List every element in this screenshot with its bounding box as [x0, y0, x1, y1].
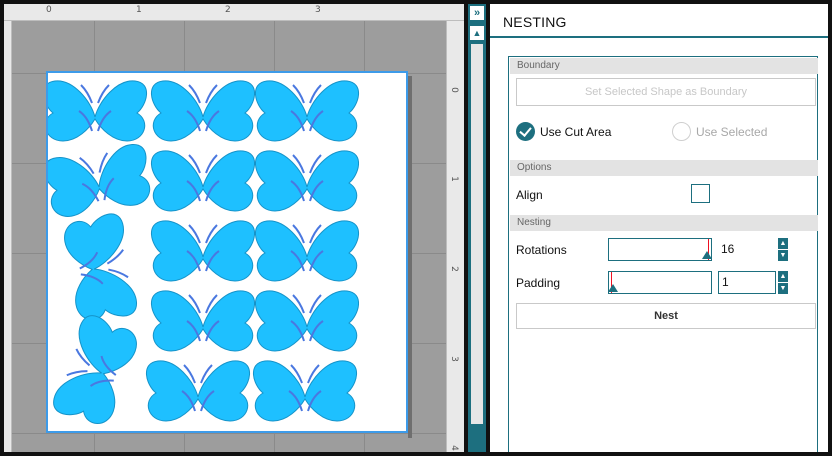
- decrement-arrow-icon[interactable]: ▼: [778, 250, 788, 261]
- butterfly-shape[interactable]: [254, 149, 360, 212]
- boundary-header-label: Boundary: [517, 60, 560, 71]
- align-label: Align: [516, 188, 543, 202]
- ruler-label-1: 1: [136, 5, 142, 15]
- rotations-slider[interactable]: [608, 238, 712, 261]
- butterfly-shape[interactable]: [150, 289, 256, 352]
- decrement-arrow-icon[interactable]: ▼: [778, 283, 788, 294]
- right-ruler: 0 1 2 3 4: [446, 21, 464, 452]
- rotations-value-input[interactable]: 16: [717, 238, 775, 261]
- panel-title: NESTING: [503, 14, 567, 30]
- use-cut-area-label: Use Cut Area: [540, 125, 612, 139]
- rotations-label: Rotations: [516, 243, 567, 257]
- set-boundary-button[interactable]: Set Selected Shape as Boundary: [516, 78, 816, 106]
- butterfly-shape[interactable]: [150, 79, 256, 142]
- butterfly-shape[interactable]: [49, 311, 143, 431]
- padding-stepper[interactable]: ▲ ▼: [778, 271, 788, 294]
- use-selected-label: Use Selected: [696, 125, 768, 139]
- design-canvas[interactable]: 0 1 2 3 0 1 2 3 4: [4, 4, 464, 452]
- cutting-mat[interactable]: [46, 71, 408, 433]
- rotations-stepper[interactable]: ▲ ▼: [778, 238, 788, 261]
- options-section-header: Options: [510, 160, 818, 176]
- nesting-settings-box: Boundary Set Selected Shape as Boundary …: [508, 56, 818, 452]
- vruler-label-4: 4: [448, 445, 459, 451]
- rotations-slider-thumb[interactable]: [702, 251, 712, 259]
- scrollbar-track[interactable]: [471, 44, 483, 424]
- vruler-label-1: 1: [448, 176, 459, 182]
- butterfly-shape[interactable]: [150, 219, 256, 282]
- panel-header: NESTING: [490, 4, 828, 38]
- butterfly-shape[interactable]: [145, 359, 251, 422]
- nest-button[interactable]: Nest: [516, 303, 816, 329]
- align-checkbox[interactable]: [691, 184, 710, 203]
- padding-label: Padding: [516, 276, 561, 290]
- nesting-section-header: Nesting: [510, 215, 818, 231]
- vruler-label-3: 3: [448, 356, 459, 362]
- vruler-label-2: 2: [448, 266, 459, 272]
- butterfly-shape[interactable]: [60, 210, 140, 325]
- padding-slider[interactable]: [608, 271, 712, 294]
- ruler-label-3: 3: [315, 5, 321, 15]
- collapse-panel-icon[interactable]: »: [470, 6, 484, 20]
- butterfly-shape[interactable]: [48, 79, 148, 142]
- scrollbar-thumb[interactable]: [471, 424, 483, 446]
- boundary-section-header: Boundary: [510, 58, 818, 74]
- butterfly-layout: [48, 79, 360, 431]
- options-header-label: Options: [517, 162, 552, 173]
- ruler-label-0: 0: [46, 5, 52, 15]
- butterfly-shape[interactable]: [48, 141, 155, 221]
- padding-value-input[interactable]: 1: [718, 271, 776, 294]
- butterfly-shape[interactable]: [252, 359, 358, 422]
- butterfly-shape[interactable]: [254, 289, 360, 352]
- panel-splitter[interactable]: » ▲: [468, 4, 486, 452]
- increment-arrow-icon[interactable]: ▲: [778, 271, 788, 282]
- butterfly-shape[interactable]: [150, 149, 256, 212]
- left-ruler: [4, 21, 12, 452]
- app-window: 0 1 2 3 0 1 2 3 4 » ▲ NESTING Boundary S…: [0, 0, 832, 456]
- top-ruler: 0 1 2 3: [4, 4, 464, 21]
- increment-arrow-icon[interactable]: ▲: [778, 238, 788, 249]
- nesting-panel: NESTING Boundary Set Selected Shape as B…: [490, 4, 828, 452]
- butterfly-shape[interactable]: [254, 79, 360, 142]
- vruler-label-0: 0: [448, 87, 459, 93]
- ruler-label-2: 2: [225, 5, 231, 15]
- nesting-header-label: Nesting: [517, 217, 551, 228]
- butterfly-shape[interactable]: [254, 219, 360, 282]
- padding-slider-thumb[interactable]: [608, 284, 618, 292]
- mat-shadow: [408, 76, 412, 438]
- use-selected-radio[interactable]: [672, 122, 691, 141]
- use-cut-area-radio[interactable]: [516, 122, 535, 141]
- scroll-up-icon[interactable]: ▲: [470, 26, 484, 40]
